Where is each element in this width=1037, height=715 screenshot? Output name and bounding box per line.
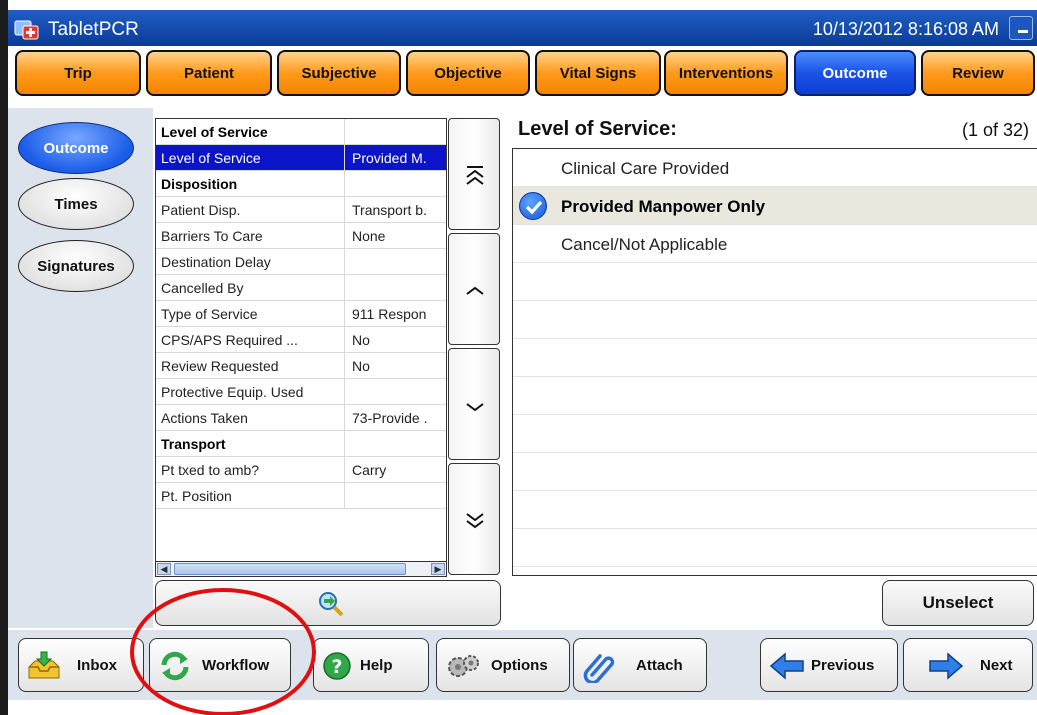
tab-trip[interactable]: Trip bbox=[15, 50, 141, 96]
double-chevron-up-icon bbox=[466, 166, 484, 185]
attach-label: Attach bbox=[636, 657, 683, 674]
grid-row-cancelled-by[interactable]: Cancelled By bbox=[156, 275, 446, 301]
tab-objective[interactable]: Objective bbox=[406, 50, 530, 96]
workflow-button[interactable]: Workflow bbox=[149, 638, 291, 692]
grid-row-level-of-service[interactable]: Level of Service Provided M. bbox=[156, 145, 446, 171]
tab-review[interactable]: Review bbox=[921, 50, 1035, 96]
options-icon bbox=[445, 651, 479, 681]
option-cancel-not-applicable[interactable]: Cancel/Not Applicable bbox=[513, 225, 1037, 263]
next-label: Next bbox=[980, 657, 1013, 674]
tab-interventions[interactable]: Interventions bbox=[664, 50, 788, 96]
grid-row-barriers-to-care[interactable]: Barriers To Care None bbox=[156, 223, 446, 249]
option-clinical-care-provided[interactable]: Clinical Care Provided bbox=[513, 149, 1037, 187]
datetime-display: 10/13/2012 8:16:08 AM bbox=[812, 19, 999, 39]
previous-button[interactable]: Previous bbox=[760, 638, 898, 692]
workflow-refresh-icon bbox=[158, 651, 190, 681]
unselect-button[interactable]: Unselect bbox=[882, 580, 1034, 626]
option-list: Clinical Care Provided Provided Manpower… bbox=[512, 148, 1037, 576]
option-label: Provided Manpower Only bbox=[561, 197, 766, 216]
field-grid: Level of Service Level of Service Provide… bbox=[155, 118, 447, 562]
check-circle-icon bbox=[519, 192, 547, 220]
svg-text:?: ? bbox=[331, 656, 342, 678]
help-icon: ? bbox=[322, 651, 354, 681]
arrow-left-icon bbox=[769, 651, 804, 681]
option-label: Cancel/Not Applicable bbox=[561, 235, 728, 254]
nav-outcome[interactable]: Outcome bbox=[18, 122, 134, 174]
paperclip-icon bbox=[582, 651, 615, 685]
chevron-down-icon bbox=[466, 403, 484, 412]
option-empty-row bbox=[513, 263, 1037, 301]
item-counter: (1 of 32) bbox=[961, 120, 1029, 140]
grid-row-review-requested[interactable]: Review Requested No bbox=[156, 353, 446, 379]
option-empty-row bbox=[513, 491, 1037, 529]
grid-row-patient-disp[interactable]: Patient Disp. Transport b. bbox=[156, 197, 446, 223]
grid-row-actions-taken[interactable]: Actions Taken 73-Provide . bbox=[156, 405, 446, 431]
section-nav: Outcome Times Signatures bbox=[8, 108, 153, 628]
grid-row-type-of-service[interactable]: Type of Service 911 Respon bbox=[156, 301, 446, 327]
tab-patient[interactable]: Patient bbox=[146, 50, 272, 96]
bottom-toolbar: Inbox Workflow ? Help Options Attach Pre… bbox=[8, 630, 1037, 700]
workflow-label: Workflow bbox=[202, 657, 270, 674]
magnifier-arrow-icon bbox=[316, 589, 346, 624]
detail-title: Level of Service: bbox=[518, 118, 677, 140]
scroll-to-bottom-button[interactable] bbox=[448, 463, 500, 575]
next-button[interactable]: Next bbox=[903, 638, 1033, 692]
main-tab-bar: Trip Patient Subjective Objective Vital … bbox=[8, 46, 1037, 104]
inbox-button[interactable]: Inbox bbox=[18, 638, 144, 692]
option-empty-row bbox=[513, 377, 1037, 415]
grid-horizontal-scrollbar[interactable]: ◀ ▶ bbox=[155, 561, 447, 577]
grid-scroll-buttons bbox=[448, 118, 500, 577]
double-chevron-down-icon bbox=[466, 513, 484, 529]
minimize-button[interactable] bbox=[1009, 16, 1033, 40]
arrow-right-icon bbox=[928, 651, 964, 681]
inbox-icon bbox=[27, 651, 60, 681]
title-bar: TabletPCR 10/13/2012 8:16:08 AM bbox=[8, 10, 1037, 46]
inbox-label: Inbox bbox=[77, 657, 117, 674]
tabletpcr-app-icon bbox=[14, 18, 40, 40]
scroll-up-button[interactable] bbox=[448, 233, 500, 345]
option-empty-row bbox=[513, 529, 1037, 567]
grid-row-destination-delay[interactable]: Destination Delay bbox=[156, 249, 446, 275]
option-label: Clinical Care Provided bbox=[561, 159, 730, 178]
options-button[interactable]: Options bbox=[436, 638, 570, 692]
grid-row-pt-txed-to-amb[interactable]: Pt txed to amb? Carry bbox=[156, 457, 446, 483]
previous-label: Previous bbox=[811, 657, 875, 674]
option-empty-row bbox=[513, 453, 1037, 491]
option-provided-manpower-only[interactable]: Provided Manpower Only bbox=[513, 187, 1037, 225]
nav-times[interactable]: Times bbox=[18, 178, 134, 230]
options-label: Options bbox=[491, 657, 548, 674]
tab-vital-signs[interactable]: Vital Signs bbox=[535, 50, 661, 96]
help-label: Help bbox=[360, 657, 393, 674]
attach-button[interactable]: Attach bbox=[573, 638, 707, 692]
tab-subjective[interactable]: Subjective bbox=[277, 50, 401, 96]
scroll-down-button[interactable] bbox=[448, 348, 500, 460]
grid-row-pt-position[interactable]: Pt. Position bbox=[156, 483, 446, 509]
grid-row-cps-aps-required[interactable]: CPS/APS Required ... No bbox=[156, 327, 446, 353]
grid-section-header: Disposition bbox=[156, 171, 446, 197]
grid-row-protective-equip[interactable]: Protective Equip. Used bbox=[156, 379, 446, 405]
option-empty-row bbox=[513, 301, 1037, 339]
grid-section-header: Transport bbox=[156, 431, 446, 457]
chevron-up-icon bbox=[466, 286, 484, 295]
option-empty-row bbox=[513, 415, 1037, 453]
app-title: TabletPCR bbox=[48, 19, 139, 40]
scroll-right-arrow-icon[interactable]: ▶ bbox=[431, 563, 445, 575]
go-to-field-button[interactable] bbox=[155, 580, 501, 626]
scrollbar-thumb[interactable] bbox=[174, 563, 406, 575]
nav-signatures[interactable]: Signatures bbox=[18, 240, 134, 292]
scroll-to-top-button[interactable] bbox=[448, 118, 500, 230]
tab-outcome[interactable]: Outcome bbox=[794, 50, 916, 96]
option-empty-row bbox=[513, 339, 1037, 377]
scroll-left-arrow-icon[interactable]: ◀ bbox=[157, 563, 171, 575]
help-button[interactable]: ? Help bbox=[313, 638, 429, 692]
window-frame-edge bbox=[0, 0, 8, 715]
grid-section-header: Level of Service bbox=[156, 119, 446, 145]
